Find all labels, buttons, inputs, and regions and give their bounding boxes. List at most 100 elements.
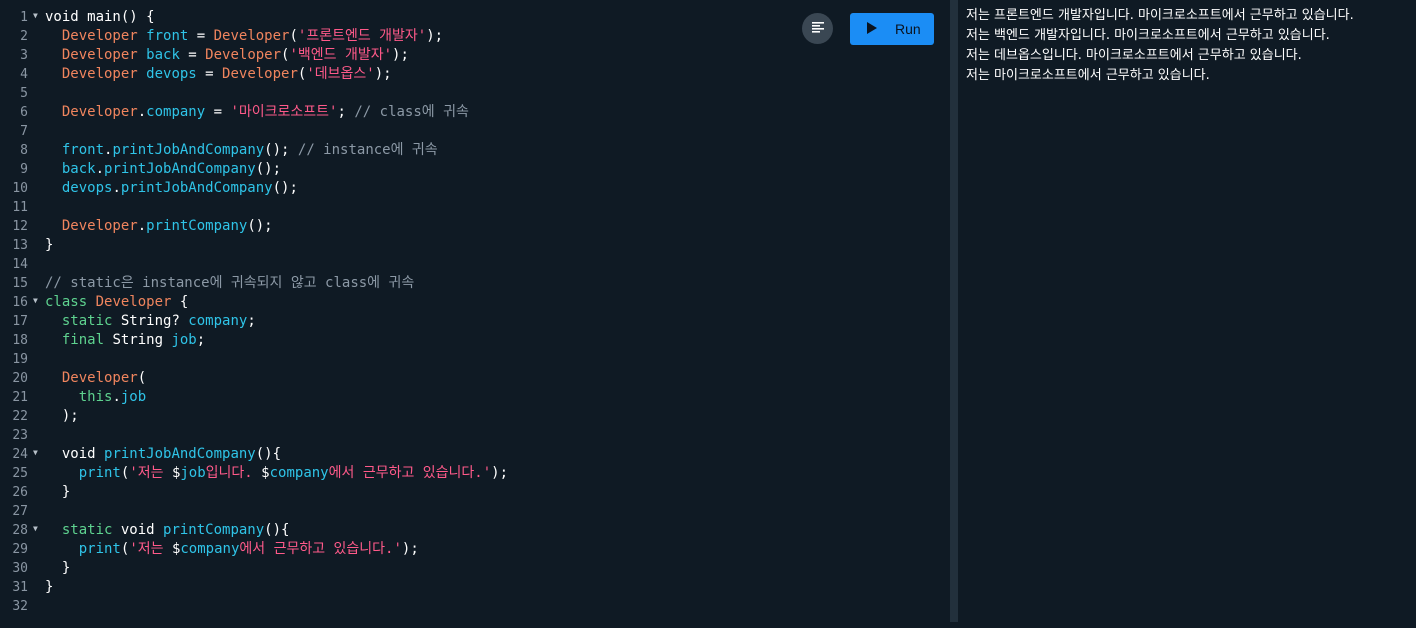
code-token: printCompany (163, 522, 265, 538)
code-line: Developer( (45, 369, 950, 388)
format-align-icon (811, 19, 825, 38)
code-token: (); (264, 142, 298, 158)
line-number-text: 15 (12, 276, 28, 291)
code-token: Developer (95, 294, 172, 310)
line-number-text: 23 (12, 428, 28, 443)
code-token: static (61, 522, 113, 538)
pane-divider[interactable] (950, 0, 958, 622)
line-number: 17 (0, 312, 28, 331)
code-token: Developer (61, 370, 138, 386)
code-line: Developer.printCompany(); (45, 217, 950, 236)
code-token: printCompany (146, 218, 248, 234)
code-token: . (137, 218, 147, 234)
code-token: ; (196, 332, 206, 348)
line-number: 19 (0, 350, 28, 369)
code-line: static String? company; (45, 312, 950, 331)
code-line: final String job; (45, 331, 950, 350)
code-token: '프론트엔드 개발자' (297, 28, 427, 44)
code-token: back (61, 161, 96, 177)
fold-arrow-icon[interactable]: ▼ (33, 8, 38, 23)
line-number-text: 10 (12, 181, 28, 196)
line-number: 28 ▼ (0, 521, 37, 540)
console-line: 저는 백엔드 개발자입니다. 마이크로소프트에서 근무하고 있습니다. (966, 28, 1330, 43)
code-editor[interactable]: 1 ▼ 2 3 4 5 6 7 8 9 10 11 12 13 14 15 16 ▼ 17 18 19 20 21 22 23 2… (0, 0, 950, 622)
code-line: void printJobAndCompany(){ (45, 445, 950, 464)
line-number-text: 2 (20, 29, 28, 44)
code-line: } (45, 559, 950, 578)
code-line: this.job (45, 388, 950, 407)
code-line: } (45, 578, 950, 597)
fold-arrow-icon[interactable]: ▼ (33, 521, 38, 536)
code-token: this (78, 389, 113, 405)
code-token: String (104, 332, 172, 348)
line-number-text: 28 (12, 523, 28, 538)
play-icon (867, 21, 877, 37)
line-number: 31 (0, 578, 28, 597)
code-token: company (188, 313, 248, 329)
code-token: } (45, 237, 54, 253)
code-token: '저는 (129, 541, 172, 557)
fold-arrow-icon[interactable]: ▼ (33, 293, 38, 308)
line-number-text: 27 (12, 504, 28, 519)
line-number: 22 (0, 407, 28, 426)
run-button[interactable]: Run (850, 13, 934, 45)
line-number: 27 (0, 502, 28, 521)
line-number-text: 12 (12, 219, 28, 234)
code-token: void (112, 522, 164, 538)
line-number-text: 22 (12, 409, 28, 424)
code-line: static void printCompany(){ (45, 521, 950, 540)
code-token: final (61, 332, 105, 348)
code-token: printJobAndCompany (120, 180, 273, 196)
line-number: 10 (0, 179, 28, 198)
code-token: Developer (61, 47, 138, 63)
code-token: job (171, 332, 197, 348)
code-line: } (45, 236, 950, 255)
code-token: . (137, 104, 147, 120)
line-number-text: 13 (12, 238, 28, 253)
line-number: 14 (0, 255, 28, 274)
format-button[interactable] (802, 13, 833, 44)
code-token: company (180, 541, 240, 557)
line-number-text: 5 (20, 86, 28, 101)
code-token: Developer (61, 66, 138, 82)
line-number: 5 (0, 84, 28, 103)
code-token: ( (137, 370, 147, 386)
code-line: print('저는 $job입니다. $company에서 근무하고 있습니다.… (45, 464, 950, 483)
code-token: ); (374, 66, 392, 82)
code-token: . (112, 180, 121, 196)
code-area[interactable]: void main() { Developer front = Develope… (45, 8, 950, 616)
code-token: '저는 (129, 465, 172, 481)
code-token: $ (261, 465, 270, 481)
line-number-text: 25 (12, 466, 28, 481)
console-output: 저는 프론트엔드 개발자입니다. 마이크로소프트에서 근무하고 있습니다. 저는 … (958, 0, 1416, 628)
line-number-text: 3 (20, 48, 28, 63)
line-number: 23 (0, 426, 28, 445)
fold-arrow-icon[interactable]: ▼ (33, 445, 38, 460)
code-token: ); (491, 465, 508, 481)
line-number: 2 (0, 27, 28, 46)
code-token: ); (45, 408, 79, 424)
console-line: 저는 데브옵스입니다. 마이크로소프트에서 근무하고 있습니다. (966, 48, 1302, 63)
code-token: class (45, 294, 88, 310)
code-token: devops (146, 66, 197, 82)
code-token: . (95, 161, 105, 177)
code-token: (); (255, 161, 282, 177)
code-token: Developer (222, 66, 298, 82)
code-token: = (196, 66, 223, 82)
console-line: 저는 프론트엔드 개발자입니다. 마이크로소프트에서 근무하고 있습니다. (966, 8, 1354, 23)
code-line: back.printJobAndCompany(); (45, 160, 950, 179)
code-line: Developer.company = '마이크로소프트'; // class에… (45, 103, 950, 122)
code-line: class Developer { (45, 293, 950, 312)
code-token: static (61, 313, 113, 329)
